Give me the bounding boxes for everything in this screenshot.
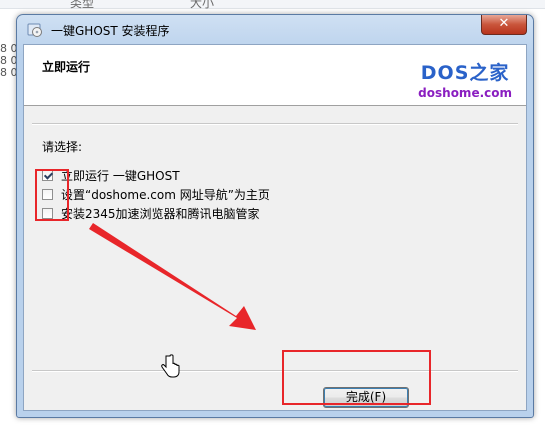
mouse-cursor-icon <box>161 354 180 378</box>
divider <box>32 370 518 372</box>
background-column-type: 类型 <box>70 0 95 10</box>
option-label: 立即运行 一键GHOST <box>61 168 180 183</box>
option-run-now[interactable]: 立即运行 一键GHOST <box>42 167 180 183</box>
option-install-2345[interactable]: 安装2345加速浏览器和腾讯电脑管家 <box>42 205 260 221</box>
checkbox-run-now[interactable] <box>42 169 53 181</box>
checkbox-set-homepage[interactable] <box>42 188 53 200</box>
brand-logo-text: DOS之家 <box>420 62 510 84</box>
header-panel: 立即运行 DOS之家 doshome.com <box>24 45 526 106</box>
option-label: 设置“doshome.com 网址导航”为主页 <box>61 187 270 202</box>
background-column-size: 大小 <box>190 0 215 10</box>
checkbox-install-2345[interactable] <box>42 207 53 219</box>
option-set-homepage[interactable]: 设置“doshome.com 网址导航”为主页 <box>42 186 270 202</box>
brand-logo: DOS之家 doshome.com <box>418 58 512 100</box>
prompt-label: 请选择: <box>42 140 83 154</box>
window-title: 一键GHOST 安装程序 <box>51 24 170 38</box>
app-icon <box>27 22 43 38</box>
background-row: 8 0 <box>0 66 18 79</box>
finish-button[interactable]: 完成(F) <box>323 387 409 408</box>
brand-url: doshome.com <box>418 86 512 100</box>
header-title: 立即运行 <box>42 60 91 74</box>
close-button[interactable]: ✕ <box>481 15 527 35</box>
title-bar[interactable]: 一键GHOST 安装程序 ✕ <box>17 15 533 45</box>
option-label: 安装2345加速浏览器和腾讯电脑管家 <box>61 206 260 221</box>
close-icon: ✕ <box>498 16 510 31</box>
divider <box>32 123 518 125</box>
dialog-client-area: 立即运行 DOS之家 doshome.com 请选择: 立即运行 一键GHOST… <box>23 44 527 411</box>
installer-window: 一键GHOST 安装程序 ✕ 立即运行 DOS之家 doshome.com 请选… <box>16 14 534 418</box>
